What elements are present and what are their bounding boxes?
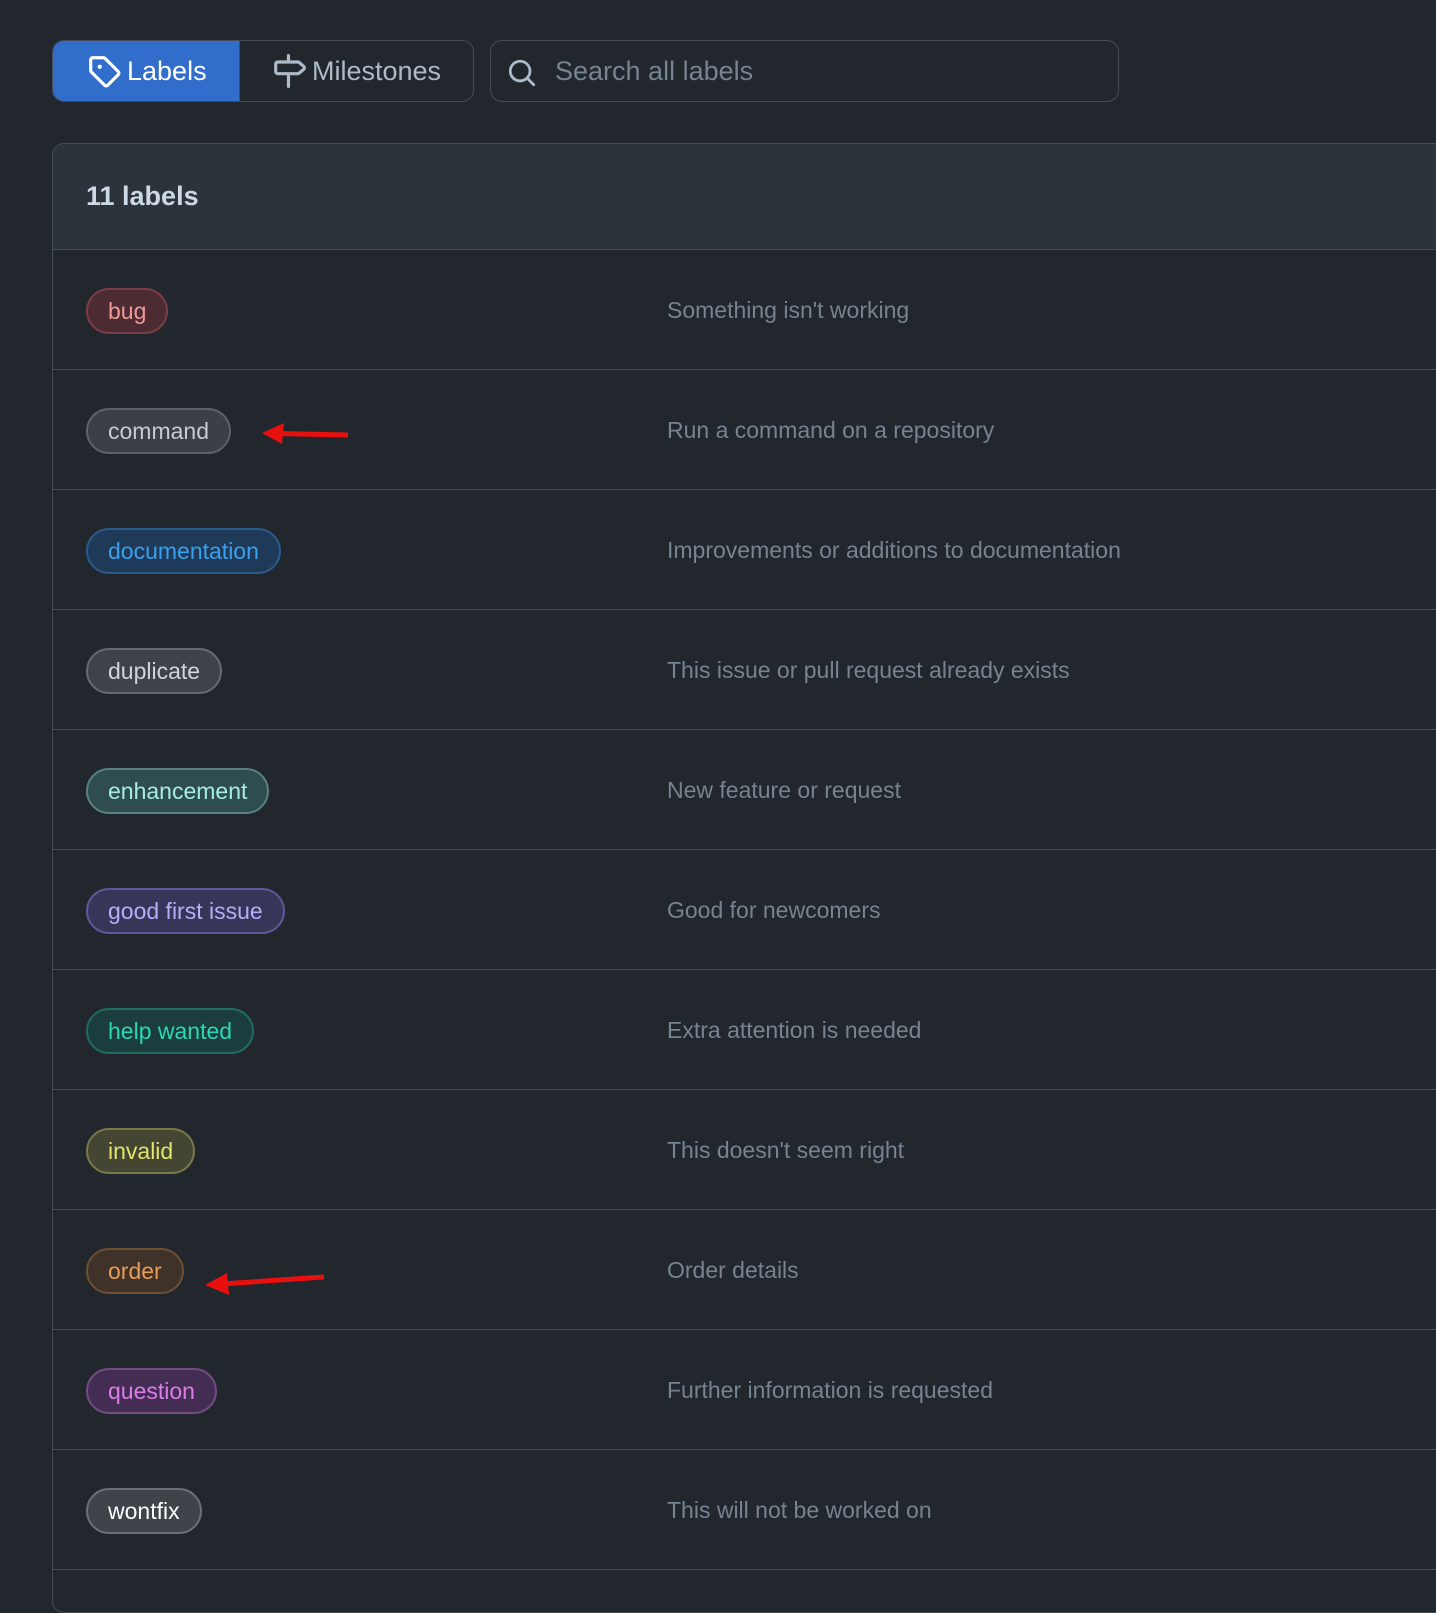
label-wontfix[interactable]: wontfix (86, 1488, 202, 1534)
label-description: This issue or pull request already exist… (667, 656, 1070, 683)
label-row: wontfix This will not be worked on (53, 1450, 1436, 1570)
label-description: Further information is requested (667, 1376, 993, 1403)
red-arrow-annotation (262, 423, 349, 444)
label-description: Improvements or additions to documentati… (667, 536, 1121, 563)
label-description: This doesn't seem right (667, 1136, 905, 1163)
milestones-tab-label: Milestones (312, 55, 442, 86)
milestones-tab[interactable]: Milestones (239, 41, 473, 101)
label-invalid[interactable]: invalid (86, 1128, 196, 1174)
tag-icon (87, 54, 121, 88)
search-box (490, 40, 1119, 102)
label-row: good first issue Good for newcomers (53, 850, 1436, 970)
subnav-links: Labels Milestones (52, 40, 474, 102)
labels-count: 11 labels (53, 144, 1436, 250)
label-good-first-issue[interactable]: good first issue (86, 888, 285, 934)
label-duplicate[interactable]: duplicate (86, 648, 223, 694)
search-icon (507, 58, 537, 88)
label-enhancement[interactable]: enhancement (86, 768, 270, 814)
label-description: Run a command on a repository (667, 416, 995, 443)
labels-tab[interactable]: Labels (53, 41, 239, 101)
label-description: Something isn't working (667, 296, 910, 323)
label-description: New feature or request (667, 776, 901, 803)
label-row: documentation Improvements or additions t… (53, 490, 1436, 610)
label-order[interactable]: order (86, 1248, 184, 1294)
label-row: enhancement New feature or request (53, 730, 1436, 850)
label-row: invalid This doesn't seem right (53, 1090, 1436, 1210)
label-description: Order details (667, 1256, 799, 1283)
subnav: Labels Milestones (52, 40, 474, 102)
label-description: This will not be worked on (667, 1496, 932, 1523)
label-row: question Further information is requested (53, 1330, 1436, 1450)
label-question[interactable]: question (86, 1368, 217, 1414)
label-description: Extra attention is needed (667, 1016, 922, 1043)
label-row: bug Something isn't working (53, 250, 1436, 370)
labels-tab-label: Labels (127, 55, 207, 86)
label-command[interactable]: command (86, 408, 231, 454)
milestone-icon (272, 54, 306, 88)
label-help-wanted[interactable]: help wanted (86, 1008, 255, 1054)
label-documentation[interactable]: documentation (86, 528, 281, 574)
labels-box: 11 labels bug Something isn't working comm… (52, 143, 1436, 1613)
label-description: Good for newcomers (667, 896, 881, 923)
label-row: help wanted Extra attention is needed (53, 970, 1436, 1090)
search-input[interactable] (491, 41, 1118, 101)
label-bug[interactable]: bug (86, 288, 169, 334)
label-row: duplicate This issue or pull request alre… (53, 610, 1436, 730)
red-arrow-annotation (205, 1273, 325, 1295)
